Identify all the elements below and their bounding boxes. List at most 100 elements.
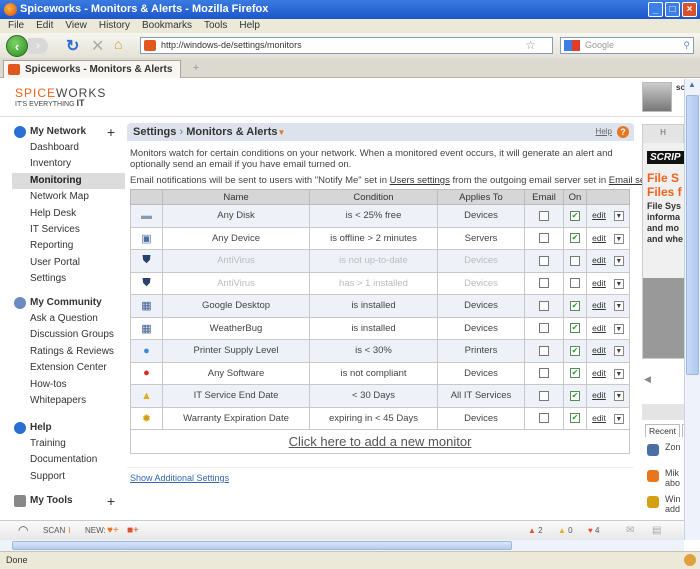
- email-checkbox[interactable]: [539, 390, 549, 401]
- row-menu-dropdown[interactable]: ▼: [613, 211, 624, 222]
- new-ticket-icon[interactable]: ♥+: [107, 521, 119, 540]
- sidebar-item-dashboard[interactable]: Dashboard: [12, 140, 125, 156]
- forward-button[interactable]: ›: [28, 38, 48, 54]
- sidebar-item-reporting[interactable]: Reporting: [12, 238, 125, 254]
- sidebar-section-help[interactable]: Help: [12, 420, 125, 436]
- sidebar-item-support[interactable]: Support: [12, 469, 125, 485]
- bookmark-star-icon[interactable]: ☆: [525, 38, 536, 53]
- edit-link[interactable]: edit: [592, 278, 606, 288]
- tickets-count[interactable]: ♥ 4: [588, 521, 599, 540]
- activity-item[interactable]: Win add: [647, 494, 681, 514]
- spiceworks-icon[interactable]: ◠: [18, 521, 28, 540]
- sidebar-item-documentation[interactable]: Documentation: [12, 452, 125, 468]
- sidebar-item-user-portal[interactable]: User Portal: [12, 255, 125, 271]
- search-placeholder[interactable]: Google: [585, 40, 614, 50]
- tab-monitors-alerts[interactable]: Spiceworks - Monitors & Alerts: [3, 60, 181, 78]
- menu-file[interactable]: File: [8, 20, 24, 31]
- new-device-icon[interactable]: ■+: [127, 521, 139, 540]
- sidebar-section-community[interactable]: My Community: [12, 295, 125, 311]
- row-menu-dropdown[interactable]: ▼: [613, 256, 624, 267]
- sidebar-item-monitoring[interactable]: Monitoring: [12, 172, 125, 189]
- add-monitor-link[interactable]: Click here to add a new monitor: [130, 429, 630, 454]
- row-menu-dropdown[interactable]: ▼: [613, 301, 624, 312]
- menu-bookmarks[interactable]: Bookmarks: [142, 20, 192, 31]
- edit-link[interactable]: edit: [592, 300, 606, 310]
- menu-view[interactable]: View: [65, 20, 87, 31]
- sidebar-item-ask-a-question[interactable]: Ask a Question: [12, 311, 125, 327]
- sidebar-item-help-desk[interactable]: Help Desk: [12, 206, 125, 222]
- breadcrumb-settings[interactable]: Settings: [133, 126, 176, 138]
- add-icon[interactable]: +: [107, 493, 115, 509]
- menu-edit[interactable]: Edit: [36, 20, 53, 31]
- maximize-button[interactable]: □: [665, 2, 680, 17]
- email-checkbox[interactable]: [539, 323, 549, 334]
- row-menu-dropdown[interactable]: ▼: [613, 346, 624, 357]
- email-checkbox[interactable]: [539, 345, 549, 356]
- horizontal-scrollbar[interactable]: [0, 540, 684, 551]
- addon-icon[interactable]: [684, 554, 696, 566]
- row-menu-dropdown[interactable]: ▼: [613, 368, 624, 379]
- mail-icon[interactable]: ✉: [626, 521, 634, 540]
- edit-link[interactable]: edit: [592, 210, 606, 220]
- minimize-button[interactable]: _: [648, 2, 663, 17]
- on-checkbox[interactable]: ✔: [570, 210, 580, 221]
- activity-item[interactable]: Mik abo: [647, 468, 680, 488]
- vertical-scrollbar[interactable]: ▲: [684, 79, 700, 540]
- on-checkbox[interactable]: ✔: [570, 368, 580, 379]
- sidebar-item-it-services[interactable]: IT Services: [12, 222, 125, 238]
- edit-link[interactable]: edit: [592, 413, 606, 423]
- row-menu-dropdown[interactable]: ▼: [613, 323, 624, 334]
- hscroll-thumb[interactable]: [12, 541, 512, 550]
- edit-link[interactable]: edit: [592, 255, 606, 265]
- sidebar-section-tools[interactable]: My Tools +: [12, 493, 125, 509]
- edit-link[interactable]: edit: [592, 345, 606, 355]
- row-menu-dropdown[interactable]: ▼: [613, 413, 624, 424]
- email-checkbox[interactable]: [539, 300, 549, 311]
- menu-tools[interactable]: Tools: [204, 20, 227, 31]
- on-checkbox[interactable]: ✔: [570, 323, 580, 334]
- search-box[interactable]: Google ⚲: [560, 37, 694, 54]
- email-checkbox[interactable]: [539, 368, 549, 379]
- url-bar[interactable]: http://windows-de/settings/monitors ☆: [140, 37, 553, 54]
- stop-icon[interactable]: ✕: [91, 36, 104, 56]
- scrollbar-thumb[interactable]: [686, 95, 699, 375]
- sidebar-item-settings[interactable]: Settings: [12, 271, 125, 287]
- warnings-count[interactable]: ▲ 0: [558, 521, 573, 540]
- on-checkbox[interactable]: ✔: [570, 413, 580, 424]
- sidebar-section-network[interactable]: My Network +: [12, 124, 125, 140]
- sidebar-item-whitepapers[interactable]: Whitepapers: [12, 393, 125, 409]
- title-dropdown-icon[interactable]: ▼: [277, 128, 285, 137]
- activity-item[interactable]: Zon: [647, 442, 681, 456]
- scan-button[interactable]: SCAN ⌇: [43, 521, 71, 540]
- email-checkbox[interactable]: [539, 233, 549, 244]
- alerts-count[interactable]: ▲ 2: [528, 521, 543, 540]
- back-button[interactable]: ‹: [6, 35, 28, 57]
- row-menu-dropdown[interactable]: ▼: [613, 391, 624, 402]
- email-checkbox[interactable]: [539, 210, 549, 221]
- page-title[interactable]: Monitors & Alerts: [186, 126, 277, 138]
- edit-link[interactable]: edit: [592, 323, 606, 333]
- sidebar-item-inventory[interactable]: Inventory: [12, 156, 125, 172]
- sidebar-item-training[interactable]: Training: [12, 436, 125, 452]
- tab-recent[interactable]: Recent: [645, 424, 680, 437]
- edit-link[interactable]: edit: [592, 368, 606, 378]
- show-additional-settings-link[interactable]: Show Additional Settings: [130, 473, 229, 483]
- row-menu-dropdown[interactable]: ▼: [613, 278, 624, 289]
- sidebar-item-ratings-reviews[interactable]: Ratings & Reviews: [12, 344, 125, 360]
- on-checkbox[interactable]: [570, 255, 580, 266]
- search-icon[interactable]: ⚲: [683, 38, 690, 53]
- menu-history[interactable]: History: [99, 20, 130, 31]
- scroll-up-icon[interactable]: ▲: [688, 80, 696, 89]
- menu-help[interactable]: Help: [239, 20, 260, 31]
- email-checkbox[interactable]: [539, 278, 549, 289]
- reload-icon[interactable]: ↻: [66, 36, 79, 56]
- new-tab-button[interactable]: +: [186, 60, 206, 77]
- sidebar-item-discussion-groups[interactable]: Discussion Groups: [12, 327, 125, 343]
- on-checkbox[interactable]: [570, 278, 580, 289]
- sidebar-item-network-map[interactable]: Network Map: [12, 189, 125, 205]
- on-checkbox[interactable]: ✔: [570, 233, 580, 244]
- notes-icon[interactable]: ▤: [652, 521, 661, 540]
- row-menu-dropdown[interactable]: ▼: [613, 233, 624, 244]
- sidebar-item-how-tos[interactable]: How-tos: [12, 377, 125, 393]
- on-checkbox[interactable]: ✔: [570, 300, 580, 311]
